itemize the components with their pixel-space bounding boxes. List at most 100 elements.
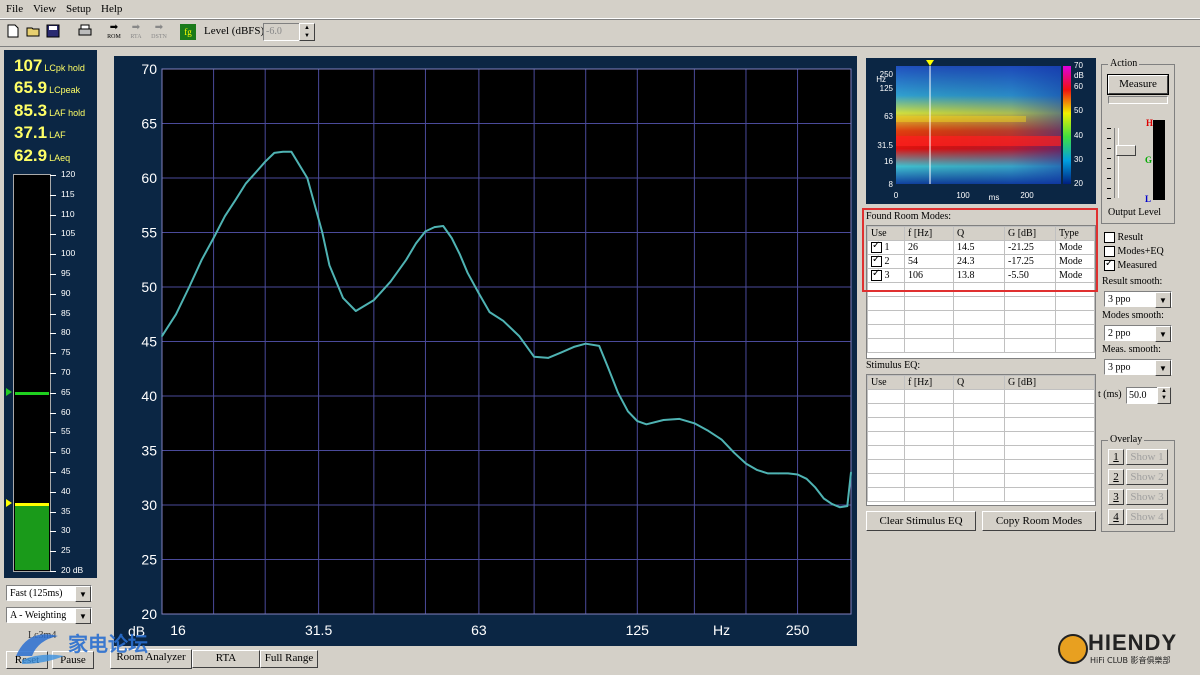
t-ms-input[interactable]: 50.0 — [1126, 387, 1158, 404]
data-point — [707, 430, 710, 432]
meter-tick-line — [50, 313, 56, 315]
stimulus-eq-column-header[interactable]: Q — [953, 375, 1005, 390]
data-point — [175, 313, 177, 316]
table-row — [867, 445, 1095, 460]
tab-rta[interactable]: RTA — [192, 650, 260, 668]
table-row[interactable] — [867, 324, 1095, 339]
result-smooth-select[interactable]: 3 ppo ▼ — [1104, 291, 1172, 308]
table-row[interactable] — [867, 296, 1095, 311]
checkbox[interactable] — [1104, 258, 1115, 272]
meter-scale-tick: 95 — [61, 268, 71, 278]
y-tick-label: 20 — [141, 606, 157, 622]
watermark-logo-right: HIENDY HiFi CLUB 影音俱樂部 — [1058, 630, 1198, 672]
data-point — [373, 299, 375, 301]
meter-scale-tick: 105 — [61, 228, 76, 239]
empty-cell — [953, 473, 1005, 488]
modes-smooth-select[interactable]: 2 ppo ▼ — [1104, 325, 1172, 342]
overlay-store-button-1[interactable]: 1 — [1108, 449, 1124, 465]
empty-cell — [953, 487, 1005, 502]
meter-scale-tick: 45 — [61, 466, 71, 476]
meter-reading: 65.9 LCpeak — [14, 78, 80, 98]
watermark-subtext-right: HiFi CLUB 影音俱樂部 — [1090, 656, 1171, 665]
level-spinner[interactable]: ▲ ▼ — [299, 23, 315, 41]
measured-checkbox[interactable]: Measured — [1104, 258, 1157, 272]
spectrogram-band — [896, 116, 1026, 122]
speed-select[interactable]: Fast (125ms) ▼ — [6, 585, 92, 602]
overlay-store-button-2[interactable]: 2 — [1108, 469, 1124, 485]
data-point — [584, 342, 587, 345]
overlay-show-button-1[interactable]: Show 1 — [1126, 449, 1168, 465]
copy-room-modes-button[interactable]: Copy Room Modes — [982, 511, 1096, 531]
data-point — [756, 469, 759, 471]
stimulus-eq-column-header[interactable]: f [Hz] — [904, 375, 954, 390]
level-input[interactable]: -6.0 — [263, 23, 301, 41]
measure-button[interactable]: Measure — [1107, 74, 1169, 95]
stimulus-eq-column-header[interactable]: G [dB] — [1004, 375, 1095, 390]
overlay-show-button-4[interactable]: Show 4 — [1126, 509, 1168, 525]
y-tick-label: 60 — [141, 170, 157, 186]
toolbar: ➡ ROM ➡ RTA ➡ DSTN fg Level (dBFS) -6.0 … — [0, 19, 1200, 47]
color-scale-bar — [1063, 66, 1071, 184]
spl-current-marker — [15, 502, 49, 506]
time-cursor-icon[interactable] — [926, 60, 934, 66]
rta-button[interactable]: ➡ RTA — [126, 23, 146, 43]
chevron-down-icon: ▼ — [1155, 360, 1171, 376]
data-point — [831, 503, 833, 505]
empty-cell — [904, 459, 954, 474]
checkbox[interactable] — [1104, 246, 1115, 258]
data-point — [606, 365, 609, 368]
save-icon[interactable] — [46, 24, 60, 38]
meter-scale-tick: 115 — [61, 188, 75, 199]
rom-button[interactable]: ➡ ROM — [104, 23, 124, 43]
dstn-button[interactable]: ➡ DSTN — [148, 23, 170, 43]
spectrogram-fade — [896, 66, 1061, 184]
current-arrow-icon — [6, 498, 12, 507]
meter-letter-h: H — [1146, 118, 1154, 128]
data-point — [767, 472, 769, 475]
meter-tick-line — [50, 551, 56, 553]
meter-tick-line — [50, 194, 56, 196]
open-folder-icon[interactable] — [26, 24, 40, 38]
data-point — [200, 259, 203, 261]
checkbox[interactable] — [1104, 232, 1115, 244]
overlay-show-button-3[interactable]: Show 3 — [1126, 489, 1168, 505]
clear-stimulus-eq-button[interactable]: Clear Stimulus EQ — [866, 511, 976, 531]
data-point — [777, 472, 780, 475]
overlay-group-label: Overlay — [1108, 434, 1145, 445]
data-point — [389, 280, 392, 283]
meter-scale-tick: 90 — [61, 287, 71, 298]
meas-smooth-value: 3 ppo — [1108, 362, 1131, 373]
table-row[interactable] — [867, 338, 1095, 353]
color-scale-tick: 20 — [1074, 179, 1083, 188]
meter-tick-line — [50, 571, 56, 572]
overlay-store-button-4[interactable]: 4 — [1108, 509, 1124, 525]
weighting-select[interactable]: A - Weighting ▼ — [6, 607, 92, 624]
meter-reading-value: 37.1 — [14, 123, 48, 142]
rom-label: ROM — [107, 34, 121, 40]
slider-tick — [1107, 188, 1111, 189]
meas-smooth-select[interactable]: 3 ppo ▼ — [1104, 359, 1172, 376]
data-point — [355, 310, 357, 312]
x-tick-label: 31.5 — [305, 622, 332, 638]
empty-cell — [904, 389, 954, 404]
menu-view[interactable]: View — [33, 3, 56, 15]
overlay-store-button-3[interactable]: 3 — [1108, 489, 1124, 505]
print-icon[interactable] — [78, 24, 92, 38]
stimulus-eq-column-header[interactable]: Use — [867, 375, 905, 390]
menu-setup[interactable]: Setup — [66, 3, 91, 15]
tab-full-range[interactable]: Full Range — [260, 650, 318, 668]
output-level-slider[interactable] — [1116, 145, 1136, 156]
t-ms-spinner[interactable]: ▲ ▼ — [1157, 387, 1171, 404]
menu-file[interactable]: File — [6, 3, 23, 15]
data-point — [306, 177, 309, 179]
meter-scale-tick: 100 — [61, 248, 76, 259]
table-row[interactable] — [867, 310, 1095, 325]
overlay-show-button-2[interactable]: Show 2 — [1126, 469, 1168, 485]
peak-arrow-icon — [6, 387, 12, 396]
spectro-y-tick: 16 — [884, 157, 893, 166]
meter-tick-line — [50, 392, 56, 394]
result-checkbox[interactable]: Result — [1104, 232, 1143, 244]
modes-eq-checkbox[interactable]: Modes+EQ — [1104, 246, 1164, 258]
new-file-icon[interactable] — [6, 24, 20, 38]
menu-help[interactable]: Help — [101, 3, 122, 15]
